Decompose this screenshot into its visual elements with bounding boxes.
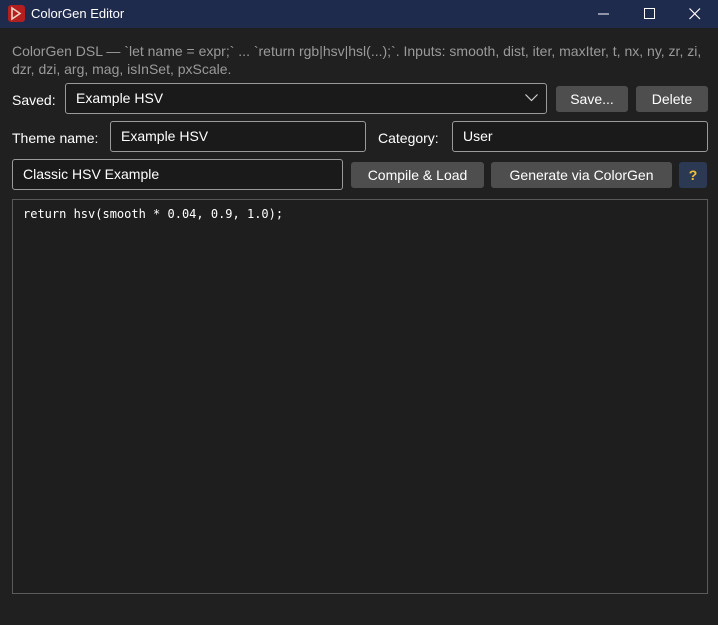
help-button[interactable]: ?	[679, 162, 707, 188]
theme-name-input[interactable]: Example HSV	[110, 121, 366, 152]
window-title: ColorGen Editor	[31, 6, 125, 21]
title-bar[interactable]: ColorGen Editor	[0, 0, 718, 28]
code-editor[interactable]: return hsv(smooth * 0.04, 0.9, 1.0);	[12, 199, 708, 594]
close-icon	[689, 8, 701, 20]
chevron-down-icon	[525, 94, 538, 102]
maximize-icon	[644, 8, 655, 19]
save-button[interactable]: Save...	[556, 86, 628, 112]
colorgen-app-icon	[8, 5, 25, 22]
close-button[interactable]	[672, 0, 718, 28]
minimize-button[interactable]	[581, 0, 627, 28]
dsl-description: ColorGen DSL — `let name = expr;` ... `r…	[12, 43, 702, 77]
compile-load-button[interactable]: Compile & Load	[351, 162, 484, 188]
theme-description-input[interactable]: Classic HSV Example	[12, 159, 343, 190]
minimize-icon	[598, 13, 609, 15]
maximize-button[interactable]	[627, 0, 673, 28]
category-input[interactable]: User	[452, 121, 708, 152]
saved-theme-value: Example HSV	[76, 90, 164, 106]
category-label: Category:	[378, 130, 439, 146]
saved-theme-select[interactable]: Example HSV	[65, 83, 547, 114]
generate-colorgen-button[interactable]: Generate via ColorGen	[491, 162, 672, 188]
delete-button[interactable]: Delete	[636, 86, 708, 112]
theme-name-label: Theme name:	[12, 130, 99, 146]
saved-label: Saved:	[12, 92, 56, 108]
